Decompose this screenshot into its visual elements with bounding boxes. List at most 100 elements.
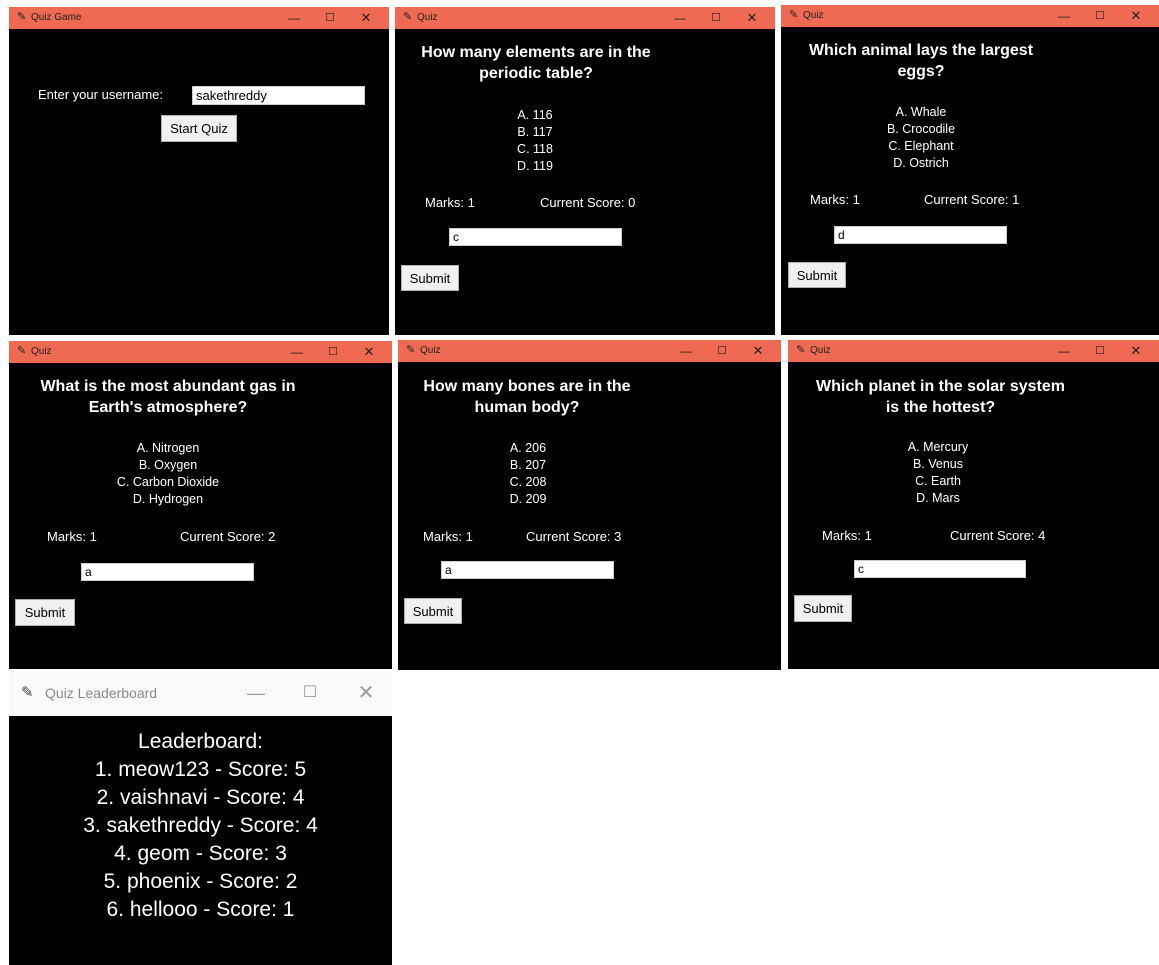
close-icon[interactable]: ✕ (735, 7, 769, 29)
close-icon[interactable]: ✕ (1119, 5, 1153, 27)
close-icon[interactable]: ✕ (346, 680, 386, 706)
marks-label: Marks: 1 (423, 529, 473, 544)
feather-icon: ✎ (17, 345, 27, 357)
window-content: Leaderboard: 1. meow123 - Score: 5 2. va… (9, 716, 392, 965)
current-score-label: Current Score: 4 (950, 528, 1046, 543)
maximize-icon[interactable]: ☐ (705, 340, 739, 362)
option-a: A. 116 (517, 108, 553, 122)
question-text: How many bones are in the human body? (398, 376, 656, 418)
option-a: A. Whale (895, 105, 947, 119)
minimize-icon[interactable]: — (277, 7, 311, 29)
window-title: Quiz (420, 345, 441, 356)
maximize-icon[interactable]: ☐ (316, 341, 350, 363)
leaderboard-entry: 3. sakethreddy - Score: 4 (83, 814, 318, 837)
current-score-label: Current Score: 1 (924, 192, 1020, 207)
options-list: A. 116 B. 117 C. 118 D. 119 (505, 107, 565, 175)
option-c: C. Carbon Dioxide (116, 475, 220, 489)
maximize-icon[interactable]: ☐ (313, 7, 347, 29)
window-content: How many bones are in the human body? A.… (398, 362, 781, 670)
minimize-icon[interactable]: — (669, 340, 703, 362)
question-text: Which planet in the solar system is the … (788, 376, 1093, 418)
submit-button[interactable]: Submit (404, 598, 462, 624)
start-quiz-button[interactable]: Start Quiz (161, 115, 237, 142)
quiz-window: ✎ Quiz — ☐ ✕ How many bones are in the h… (398, 340, 781, 670)
question-text: How many elements are in the periodic ta… (395, 42, 677, 84)
question-line: eggs? (897, 63, 945, 80)
leaderboard-entry: 2. vaishnavi - Score: 4 (96, 786, 305, 809)
maximize-icon[interactable]: ☐ (699, 7, 733, 29)
minimize-icon[interactable]: — (280, 341, 314, 363)
option-b: B. Oxygen (138, 458, 198, 472)
submit-button[interactable]: Submit (15, 599, 75, 626)
title-bar[interactable]: ✎ Quiz — ☐ ✕ (395, 7, 775, 29)
leaderboard-window: ✎ Quiz Leaderboard — ☐ ✕ Leaderboard: 1.… (9, 672, 392, 965)
option-d: D. Hydrogen (132, 492, 204, 506)
quiz-window: ✎ Quiz — ☐ ✕ Which animal lays the large… (781, 5, 1159, 335)
question-text: Which animal lays the largest eggs? (781, 40, 1061, 82)
window-title: Quiz (810, 345, 831, 356)
option-c: C. Earth (915, 474, 961, 488)
maximize-icon[interactable]: ☐ (1083, 340, 1117, 362)
option-d: D. 209 (509, 492, 547, 506)
close-icon[interactable]: ✕ (349, 7, 383, 29)
answer-input[interactable] (854, 560, 1026, 578)
option-d: D. 119 (517, 159, 553, 173)
leaderboard-entry: 6. hellooo - Score: 1 (106, 898, 295, 921)
title-bar[interactable]: ✎ Quiz Game — ☐ ✕ (9, 7, 389, 29)
maximize-icon[interactable]: ☐ (290, 680, 330, 706)
answer-input[interactable] (834, 226, 1007, 244)
feather-icon: ✎ (17, 11, 27, 23)
feather-icon: ✎ (796, 344, 806, 356)
marks-label: Marks: 1 (822, 528, 872, 543)
minimize-icon[interactable]: — (1047, 5, 1081, 27)
option-a: A. Mercury (907, 440, 969, 454)
answer-input[interactable] (449, 228, 622, 246)
option-c: C. 208 (509, 475, 547, 489)
close-icon[interactable]: ✕ (741, 340, 775, 362)
current-score-label: Current Score: 2 (180, 529, 276, 544)
minimize-icon[interactable]: — (236, 680, 276, 706)
feather-icon: ✎ (406, 344, 416, 356)
title-bar[interactable]: ✎ Quiz — ☐ ✕ (398, 340, 781, 362)
minimize-icon[interactable]: — (663, 7, 697, 29)
option-b: B. Venus (912, 457, 964, 471)
feather-icon: ✎ (21, 684, 34, 701)
title-bar[interactable]: ✎ Quiz — ☐ ✕ (9, 341, 392, 363)
question-line: is the hottest? (885, 399, 996, 416)
maximize-icon[interactable]: ☐ (1083, 5, 1117, 27)
option-d: D. Ostrich (893, 156, 949, 170)
title-bar[interactable]: ✎ Quiz — ☐ ✕ (781, 5, 1159, 27)
submit-button[interactable]: Submit (788, 262, 846, 288)
title-bar[interactable]: ✎ Quiz — ☐ ✕ (788, 340, 1159, 362)
question-line: How many elements are in the (421, 44, 651, 61)
leaderboard-list: Leaderboard: 1. meow123 - Score: 5 2. va… (9, 728, 392, 924)
question-line: human body? (474, 399, 580, 416)
answer-input[interactable] (441, 561, 614, 579)
answer-input[interactable] (81, 563, 254, 581)
window-title: Quiz Game (31, 12, 82, 23)
window-title: Quiz (417, 12, 438, 23)
username-label: Enter your username: (38, 87, 164, 102)
submit-button[interactable]: Submit (794, 595, 852, 622)
option-c: C. Elephant (888, 139, 954, 153)
title-bar[interactable]: ✎ Quiz Leaderboard — ☐ ✕ (9, 672, 392, 716)
username-input[interactable] (192, 86, 365, 105)
option-b: B. Crocodile (886, 122, 956, 136)
question-line: How many bones are in the (423, 378, 631, 395)
question-text: What is the most abundant gas in Earth's… (9, 376, 327, 418)
leaderboard-entry: 4. geom - Score: 3 (114, 842, 287, 865)
quiz-window: ✎ Quiz — ☐ ✕ Which planet in the solar s… (788, 340, 1159, 669)
window-title: Quiz (803, 10, 824, 21)
window-content: How many elements are in the periodic ta… (395, 29, 775, 335)
submit-button[interactable]: Submit (401, 265, 459, 291)
window-content: Which planet in the solar system is the … (788, 362, 1159, 669)
close-icon[interactable]: ✕ (1119, 340, 1153, 362)
options-list: A. Mercury B. Venus C. Earth D. Mars (888, 439, 988, 507)
quiz-window: ✎ Quiz — ☐ ✕ How many elements are in th… (395, 7, 775, 335)
close-icon[interactable]: ✕ (352, 341, 386, 363)
options-list: A. Whale B. Crocodile C. Elephant D. Ost… (861, 104, 981, 172)
question-line: Which planet in the solar system (816, 378, 1065, 395)
question-line: Which animal lays the largest (808, 42, 1034, 59)
marks-label: Marks: 1 (47, 529, 97, 544)
minimize-icon[interactable]: — (1047, 340, 1081, 362)
